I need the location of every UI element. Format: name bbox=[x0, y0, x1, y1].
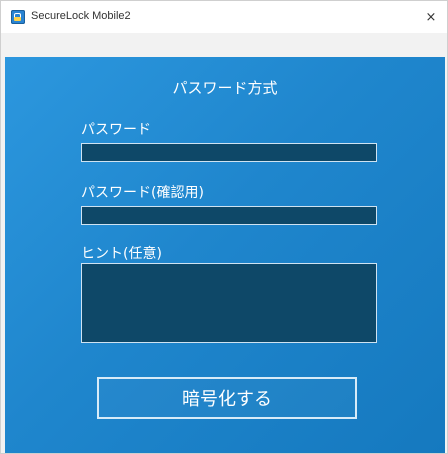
securelock-window: SecureLock Mobile2 × パスワード方式 パスワード パスワード… bbox=[0, 0, 448, 454]
hint-field[interactable] bbox=[81, 263, 377, 343]
password-field[interactable] bbox=[81, 143, 377, 162]
encrypt-button[interactable]: 暗号化する bbox=[97, 377, 357, 419]
panel-heading: パスワード方式 bbox=[172, 79, 278, 97]
hint-label: ヒント(任意) bbox=[81, 246, 162, 262]
password-method-panel: パスワード方式 パスワード パスワード(確認用) ヒント(任意) 暗号化する bbox=[5, 57, 445, 453]
close-button[interactable]: × bbox=[415, 1, 447, 33]
password-confirm-label: パスワード(確認用) bbox=[81, 185, 204, 201]
password-confirm-field[interactable] bbox=[81, 206, 377, 225]
padlock-app-icon bbox=[11, 10, 25, 24]
password-label: パスワード bbox=[81, 122, 151, 138]
window-title: SecureLock Mobile2 bbox=[31, 10, 131, 22]
title-bar: SecureLock Mobile2 × bbox=[1, 1, 447, 33]
